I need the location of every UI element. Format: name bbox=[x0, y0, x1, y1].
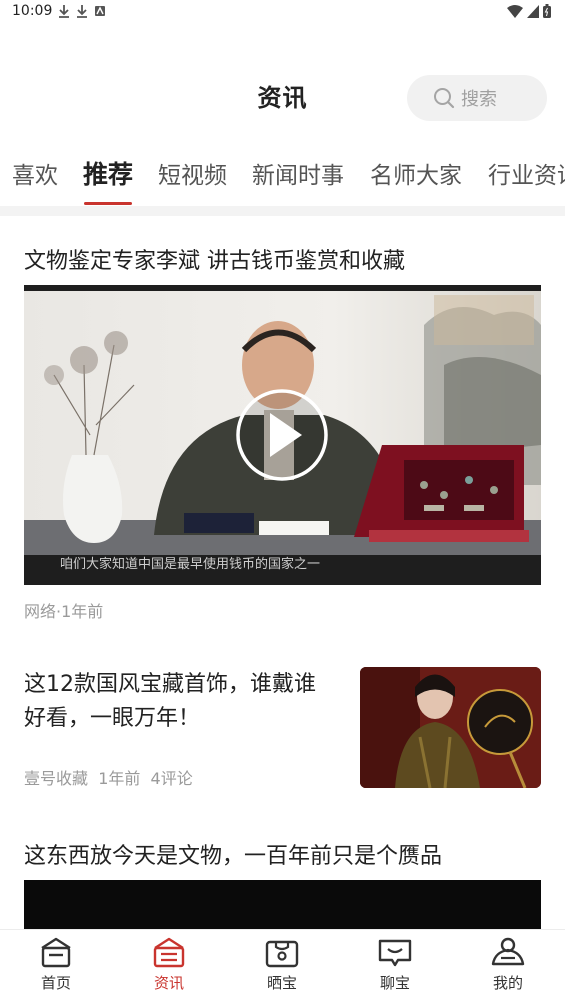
tab-masters[interactable]: 名师大家 bbox=[370, 156, 462, 190]
news-icon bbox=[153, 937, 185, 968]
header: 资讯 搜索 bbox=[0, 60, 565, 130]
category-tabs: 喜欢 推荐 短视频 新闻时事 名师大家 行业资讯 bbox=[0, 150, 565, 206]
chat-icon bbox=[378, 939, 412, 967]
search-input[interactable]: 搜索 bbox=[407, 75, 547, 121]
article-title[interactable]: 这东西放今天是文物，一百年前只是个赝品 bbox=[24, 838, 442, 870]
system-icons bbox=[507, 4, 551, 18]
video-frame-image: 咱们大家知道中国是最早使用钱币的国家之一 bbox=[24, 285, 541, 585]
nav-home[interactable]: 首页 bbox=[16, 936, 96, 993]
article-meta: 壹号收藏 1年前 4评论 bbox=[24, 765, 193, 789]
tab-recommend[interactable]: 推荐 bbox=[83, 155, 133, 191]
home-icon bbox=[41, 937, 71, 968]
nav-home-label: 首页 bbox=[40, 974, 71, 992]
tab-news[interactable]: 新闻时事 bbox=[252, 156, 344, 190]
notification-icons bbox=[58, 4, 106, 18]
article-time: 1年前 bbox=[98, 769, 141, 788]
nav-showcase-label: 晒宝 bbox=[266, 974, 297, 992]
article-title[interactable]: 文物鉴定专家李斌 讲古钱币鉴赏和收藏 bbox=[24, 243, 405, 275]
tab-like[interactable]: 喜欢 bbox=[12, 156, 58, 190]
search-placeholder: 搜索 bbox=[461, 89, 497, 110]
tab-industry[interactable]: 行业资讯 bbox=[488, 156, 565, 190]
thumbnail-image bbox=[360, 667, 541, 788]
video-thumbnail[interactable]: 咱们大家知道中国是最早使用钱币的国家之一 bbox=[24, 285, 541, 585]
nav-news[interactable]: 资讯 bbox=[129, 936, 209, 993]
search-icon bbox=[434, 88, 455, 109]
tab-short-video[interactable]: 短视频 bbox=[158, 156, 227, 190]
article-source: 壹号收藏 bbox=[24, 769, 89, 788]
article-title[interactable]: 这12款国风宝藏首饰，谁戴谁好看，一眼万年！ bbox=[24, 668, 334, 736]
signal-icon bbox=[527, 4, 539, 18]
status-bar: 10:09 bbox=[0, 0, 565, 24]
nav-news-label: 资讯 bbox=[153, 974, 184, 992]
battery-icon bbox=[543, 4, 551, 18]
status-time: 10:09 bbox=[12, 3, 53, 19]
article-thumbnail[interactable] bbox=[360, 667, 541, 788]
app-notification-icon bbox=[95, 6, 105, 16]
svg-text:咱们大家知道中国是最早使用钱币的国家之一: 咱们大家知道中国是最早使用钱币的国家之一 bbox=[60, 556, 320, 572]
nav-chat-label: 聊宝 bbox=[379, 974, 410, 992]
nav-profile-label: 我的 bbox=[492, 974, 523, 992]
wifi-icon bbox=[507, 4, 523, 18]
profile-icon bbox=[491, 937, 525, 966]
nav-chat[interactable]: 聊宝 bbox=[355, 936, 435, 993]
tab-active-indicator bbox=[84, 202, 132, 205]
section-divider bbox=[0, 206, 565, 216]
bottom-nav: 首页 资讯 晒宝 聊宝 我的 bbox=[0, 929, 565, 1004]
nav-profile[interactable]: 我的 bbox=[468, 936, 548, 993]
article-comments: 4评论 bbox=[150, 769, 193, 788]
nav-showcase[interactable]: 晒宝 bbox=[242, 936, 322, 993]
download-icon bbox=[77, 5, 87, 18]
article-meta: 网络·1年前 bbox=[24, 602, 104, 621]
showcase-icon bbox=[265, 940, 299, 968]
download-icon bbox=[59, 5, 69, 18]
